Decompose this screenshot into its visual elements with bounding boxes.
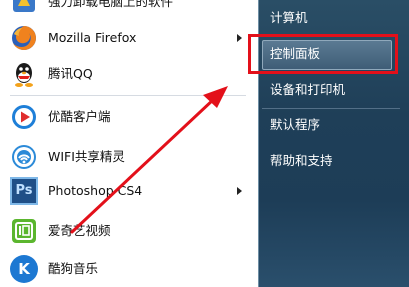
annotation-arrow-line: [70, 97, 216, 234]
annotation-arrow-overlay: [70, 86, 228, 234]
